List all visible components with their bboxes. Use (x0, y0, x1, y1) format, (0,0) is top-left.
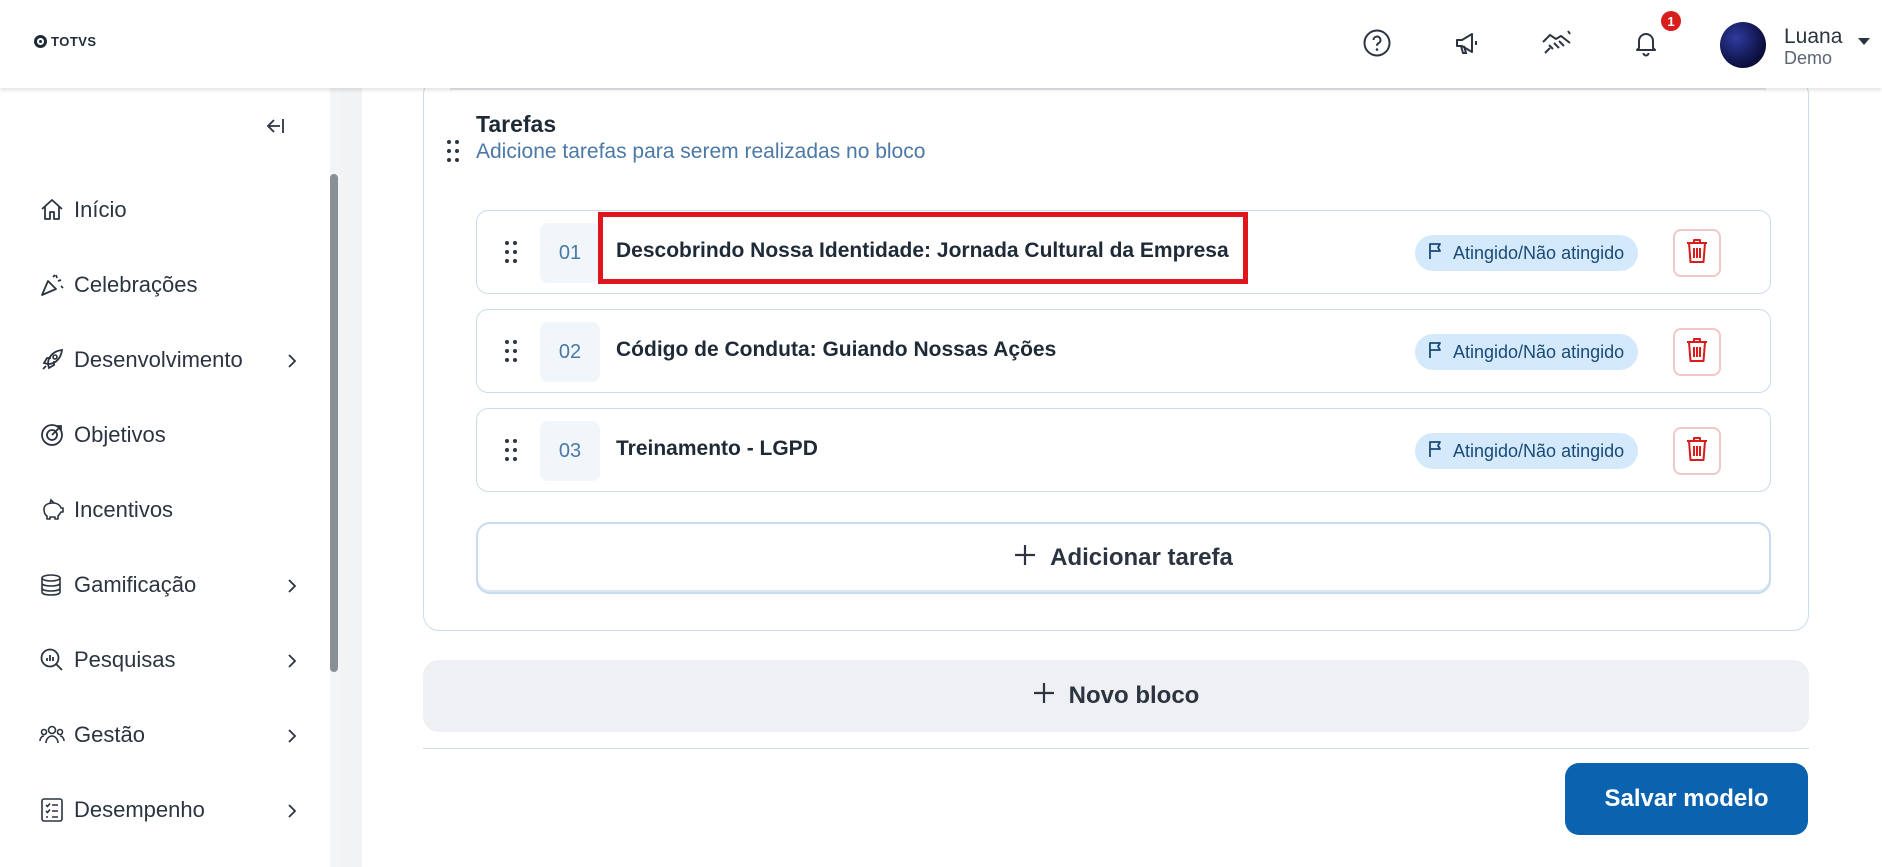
divider (423, 748, 1809, 749)
sidebar-item-label: Desenvolvimento (74, 347, 243, 372)
checklist-icon (38, 796, 66, 824)
task-number: 03 (540, 421, 600, 481)
add-task-label: Adicionar tarefa (1050, 544, 1233, 571)
task-status-tag[interactable]: Atingido/Não atingido (1415, 235, 1639, 271)
trash-icon (1685, 237, 1709, 270)
top-header: TOTVS 1 Luana Demo (0, 0, 1882, 88)
logo-text: TOTVS (51, 34, 97, 49)
sidebar-item-label: Desempenho (74, 797, 205, 822)
sidebar-item-gestao[interactable]: Gestão (38, 715, 298, 755)
sidebar-scrollbar-thumb[interactable] (330, 174, 338, 672)
chevron-right-icon (286, 800, 298, 826)
avatar[interactable] (1720, 22, 1766, 68)
flag-icon (1427, 440, 1445, 463)
task-status-label: Atingido/Não atingido (1453, 341, 1625, 362)
target-icon (38, 421, 66, 449)
sidebar-item-label: Início (74, 197, 127, 222)
coins-icon (38, 571, 66, 599)
new-block-label: Novo bloco (1068, 682, 1200, 709)
task-number: 02 (540, 322, 600, 382)
megaphone-icon[interactable] (1450, 26, 1484, 60)
task-row: 02 Código de Conduta: Guiando Nossas Açõ… (476, 309, 1771, 393)
chevron-right-icon (286, 650, 298, 676)
trash-icon (1685, 336, 1709, 369)
plus-icon (1014, 544, 1036, 573)
sidebar-item-gamificacao[interactable]: Gamificação (38, 565, 298, 605)
sidebar-item-pesquisas[interactable]: Pesquisas (38, 640, 298, 680)
sidebar-item-desenvolvimento[interactable]: Desenvolvimento (38, 340, 298, 380)
totvs-logo[interactable]: TOTVS (34, 34, 97, 49)
piggy-bank-icon (38, 496, 66, 524)
chevron-right-icon (286, 575, 298, 601)
delete-task-button[interactable] (1673, 427, 1721, 475)
chevron-right-icon (286, 725, 298, 751)
task-status-tag[interactable]: Atingido/Não atingido (1415, 334, 1639, 370)
flag-icon (1427, 341, 1445, 364)
drag-handle-icon[interactable] (504, 438, 518, 467)
task-row: 03 Treinamento - LGPD Atingido/Não ating… (476, 408, 1771, 492)
chevron-down-icon[interactable] (1858, 38, 1870, 45)
block-subtitle: Adicione tarefas para serem realizadas n… (476, 140, 926, 163)
flag-icon (1427, 242, 1445, 265)
task-status-tag[interactable]: Atingido/Não atingido (1415, 433, 1639, 469)
sidebar-item-label: Incentivos (74, 497, 174, 522)
trash-icon (1685, 435, 1709, 468)
task-status-label: Atingido/Não atingido (1453, 440, 1625, 461)
user-subtitle: Demo (1784, 48, 1833, 68)
sidebar-item-celebracoes[interactable]: Celebrações (38, 265, 298, 305)
task-status-label: Atingido/Não atingido (1453, 242, 1625, 263)
delete-task-button[interactable] (1673, 328, 1721, 376)
help-icon[interactable] (1360, 26, 1394, 60)
bell-icon[interactable] (1629, 26, 1663, 60)
sidebar-item-inicio[interactable]: Início (38, 190, 298, 230)
divider (450, 88, 1766, 90)
sidebar-item-label: Gestão (74, 722, 145, 747)
sidebar-item-desempenho[interactable]: Desempenho (38, 790, 298, 830)
sidebar-item-label: Celebrações (74, 272, 198, 297)
home-icon (38, 196, 66, 224)
plus-icon (1033, 682, 1055, 711)
task-title[interactable]: Treinamento - LGPD (616, 437, 818, 461)
drag-handle-icon[interactable] (504, 240, 518, 269)
new-block-button[interactable]: Novo bloco (423, 660, 1809, 732)
confetti-icon (38, 271, 66, 299)
task-number: 01 (540, 223, 600, 283)
sidebar-item-label: Gamificação (74, 572, 197, 597)
task-title[interactable]: Código de Conduta: Guiando Nossas Ações (616, 338, 1056, 362)
highlight-box (598, 212, 1248, 284)
search-chart-icon (38, 646, 66, 674)
sidebar-item-label: Pesquisas (74, 647, 176, 672)
delete-task-button[interactable] (1673, 229, 1721, 277)
collapse-sidebar-icon[interactable] (262, 116, 286, 142)
block-title: Tarefas (476, 111, 557, 137)
logo-mark-icon (34, 35, 47, 48)
sidebar-item-incentivos[interactable]: Incentivos (38, 490, 298, 530)
sidebar-item-label: Objetivos (74, 422, 166, 447)
notification-badge: 1 (1661, 11, 1681, 31)
drag-handle-icon[interactable] (504, 339, 518, 368)
team-icon (38, 721, 66, 749)
save-model-button[interactable]: Salvar modelo (1565, 763, 1808, 835)
drag-handle-icon[interactable] (446, 139, 460, 168)
sidebar-item-objetivos[interactable]: Objetivos (38, 415, 298, 455)
add-task-button[interactable]: Adicionar tarefa (476, 522, 1771, 594)
handshake-icon[interactable] (1540, 26, 1574, 60)
rocket-icon (38, 346, 66, 374)
chevron-right-icon (286, 350, 298, 376)
user-name[interactable]: Luana (1784, 25, 1842, 49)
